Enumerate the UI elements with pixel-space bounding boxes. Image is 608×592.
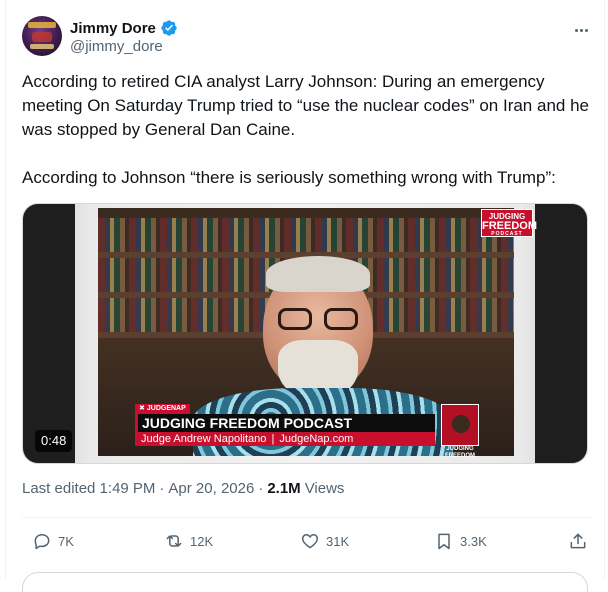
lower-third: ✖ JUDGENAP JUDGING FREEDOM PODCAST Judge…	[135, 404, 479, 459]
tweet-paragraph: According to retired CIA analyst Larry J…	[22, 72, 589, 139]
video-edge	[23, 204, 75, 463]
like-button[interactable]: 31K	[300, 528, 349, 554]
next-post-preview[interactable]	[22, 572, 588, 592]
edited-timestamp[interactable]: Last edited 1:49 PM	[22, 480, 155, 497]
lower-third-tag: ✖ JUDGENAP	[135, 404, 190, 414]
repost-button[interactable]: 12K	[164, 528, 213, 554]
logo-text-line: JUDGING	[446, 446, 474, 452]
show-url: JudgeNap.com	[279, 433, 354, 445]
bookmark-button[interactable]: 3.3K	[434, 528, 487, 554]
repost-icon	[166, 535, 182, 547]
reply-count: 7K	[58, 533, 74, 549]
reply-icon	[34, 534, 50, 550]
author-name-row: Jimmy Dore	[70, 18, 178, 38]
more-dot	[579, 28, 583, 32]
avatar[interactable]	[22, 16, 62, 56]
avatar-graphic	[32, 32, 52, 42]
logo-text-line: FREEDOM	[445, 453, 475, 459]
video-player[interactable]: JUDGING FREEDOM PODCAST ✖ JUDGENAP JUDGI…	[22, 203, 588, 464]
separator: |	[271, 433, 275, 445]
author-display-name[interactable]: Jimmy Dore	[70, 20, 156, 37]
show-logo-text: JUDGING FREEDOM	[435, 446, 485, 460]
tweet-meta: Last edited 1:49 PM · Apr 20, 2026 · 2.1…	[22, 480, 344, 497]
tweet-text: According to retired CIA analyst Larry J…	[22, 70, 594, 190]
tweet-header: Jimmy Dore @jimmy_dore	[22, 16, 592, 58]
host-name: Judge Andrew Napolitano	[141, 433, 267, 445]
views-count[interactable]: 2.1M	[267, 480, 300, 497]
post-date[interactable]: Apr 20, 2026	[168, 480, 254, 497]
reply-button[interactable]: 7K	[32, 528, 74, 554]
x-logo-icon: ✖	[139, 405, 145, 412]
heart-icon	[301, 534, 319, 549]
video-edge	[535, 204, 587, 463]
action-bar: 7K 12K 31K 3.3K	[22, 528, 592, 554]
lower-third-title: JUDGING FREEDOM PODCAST	[135, 414, 435, 432]
share-button[interactable]	[568, 528, 588, 554]
share-icon	[570, 533, 586, 549]
more-dot	[584, 28, 588, 32]
author-handle[interactable]: @jimmy_dore	[70, 38, 163, 55]
more-options-icon[interactable]	[570, 22, 592, 38]
video-duration: 0:48	[35, 430, 73, 452]
bookshelf	[98, 218, 514, 252]
speaker-hair	[266, 256, 370, 292]
lower-third-tag-text: JUDGENAP	[146, 405, 186, 412]
show-logo	[441, 404, 479, 446]
tweet-paragraph: According to Johnson “there is seriously…	[22, 168, 556, 187]
verified-badge-icon[interactable]	[160, 19, 178, 37]
meta-separator: ·	[258, 480, 264, 497]
host-portrait	[452, 415, 470, 433]
bookmark-count: 3.3K	[460, 533, 487, 549]
more-dot	[574, 28, 578, 32]
tweet-card[interactable]: Jimmy Dore @jimmy_dore According to reti…	[5, 0, 605, 592]
meta-separator: ·	[159, 480, 165, 497]
speaker-glasses	[278, 308, 358, 330]
avatar-graphic	[28, 22, 56, 28]
bookmark-icon	[438, 533, 450, 550]
lower-third-subtitle: Judge Andrew Napolitano | JudgeNap.com	[135, 432, 435, 446]
brand-logo: JUDGING FREEDOM PODCAST	[481, 209, 537, 237]
repost-count: 12K	[190, 533, 214, 549]
like-count: 31K	[326, 533, 350, 549]
divider	[22, 517, 592, 518]
avatar-graphic	[30, 44, 54, 49]
brand-line: PODCAST	[491, 231, 523, 237]
views-label: Views	[304, 480, 345, 497]
